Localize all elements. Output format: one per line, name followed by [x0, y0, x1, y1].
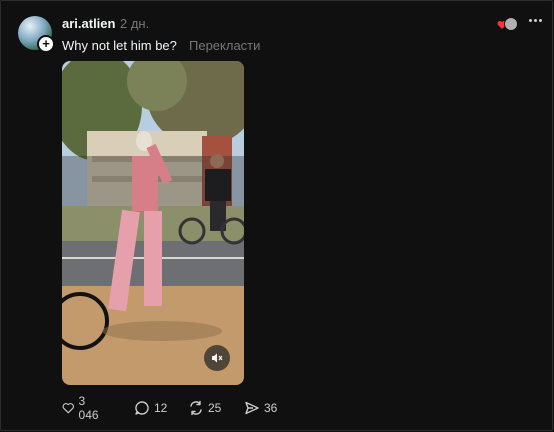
share-count: 36 — [264, 401, 278, 415]
muted-speaker-icon — [212, 353, 223, 363]
comment-button[interactable]: 12 — [134, 399, 167, 417]
reactions-indicator[interactable] — [497, 17, 519, 31]
post-card: + ari.atlien 2 дн. Why not let him be? П… — [0, 0, 553, 431]
share-button[interactable]: 36 — [244, 399, 277, 417]
avatar-container[interactable]: + — [18, 16, 55, 53]
repost-button[interactable]: 25 — [188, 399, 221, 417]
repost-count: 25 — [208, 401, 222, 415]
comment-icon — [135, 401, 149, 415]
more-options-icon[interactable] — [529, 19, 547, 25]
heart-icon — [62, 403, 74, 414]
video-player[interactable] — [62, 61, 244, 385]
translate-link[interactable]: Перекласти — [189, 38, 260, 53]
follow-plus-icon[interactable]: + — [37, 35, 55, 53]
reaction-avatar-icon — [504, 17, 518, 31]
post-text: Why not let him be? — [62, 38, 177, 53]
repost-icon — [190, 400, 202, 416]
like-button[interactable]: 3 046 — [62, 394, 102, 422]
mute-button[interactable] — [204, 345, 230, 371]
comment-count: 12 — [154, 401, 168, 415]
like-count: 3 046 — [78, 394, 99, 422]
username[interactable]: ari.atlien — [62, 16, 115, 31]
post-time: 2 дн. — [120, 16, 150, 31]
share-icon — [245, 401, 259, 415]
video-frame — [62, 61, 244, 385]
